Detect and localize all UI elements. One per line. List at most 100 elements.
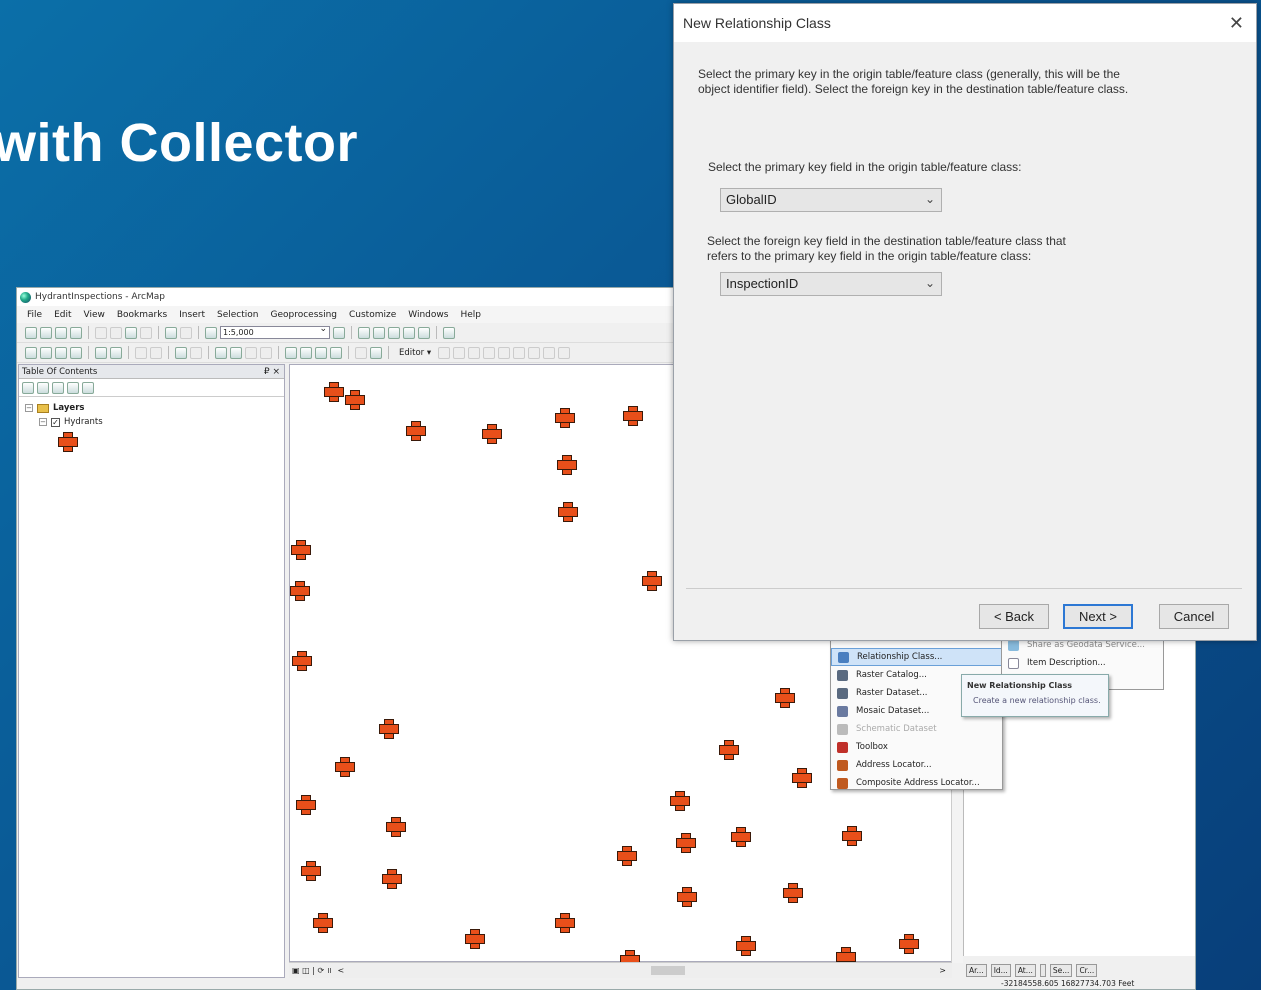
- hydrant-point[interactable]: [345, 390, 365, 410]
- menu-item-composite-address-locator[interactable]: Composite Address Locator...: [831, 774, 1002, 792]
- menu-file[interactable]: File: [27, 310, 42, 320]
- task-button[interactable]: Id...: [990, 964, 1011, 977]
- primary-key-select[interactable]: GlobalID ⌄: [720, 188, 942, 212]
- new-document-icon[interactable]: [25, 326, 37, 339]
- model-builder-icon[interactable]: [443, 326, 455, 339]
- hydrant-point[interactable]: [292, 651, 312, 671]
- time-slider-icon[interactable]: [355, 346, 367, 359]
- hydrant-point[interactable]: [677, 887, 697, 907]
- paste-icon[interactable]: [125, 326, 137, 339]
- menu-help[interactable]: Help: [460, 310, 481, 320]
- task-button[interactable]: Se...: [1049, 964, 1073, 977]
- forward-extent-icon[interactable]: [150, 346, 162, 359]
- straight-segment-icon[interactable]: [468, 346, 481, 359]
- hydrant-point[interactable]: [558, 502, 578, 522]
- search-window-icon[interactable]: [388, 326, 400, 339]
- editor-menu[interactable]: Editor ▾: [395, 348, 435, 358]
- list-by-drawing-order-icon[interactable]: [22, 381, 34, 394]
- hydrant-point[interactable]: [301, 861, 321, 881]
- list-by-selection-icon[interactable]: [67, 381, 79, 394]
- menu-selection[interactable]: Selection: [217, 310, 258, 320]
- trace-icon[interactable]: [483, 346, 496, 359]
- menu-customize[interactable]: Customize: [349, 310, 396, 320]
- print-icon[interactable]: [70, 326, 82, 339]
- hydrant-point[interactable]: [296, 795, 316, 815]
- cancel-button[interactable]: Cancel: [1159, 604, 1229, 629]
- hydrant-point[interactable]: [313, 913, 333, 933]
- hydrant-point[interactable]: [623, 406, 643, 426]
- hydrant-point[interactable]: [670, 791, 690, 811]
- cut-icon[interactable]: [95, 326, 107, 339]
- hyperlink-icon[interactable]: [245, 346, 257, 359]
- menu-item-toolbox[interactable]: Toolbox: [831, 738, 1002, 756]
- create-viewer-icon[interactable]: [370, 346, 382, 359]
- delete-icon[interactable]: [140, 326, 152, 339]
- find-icon[interactable]: [300, 346, 312, 359]
- task-button[interactable]: Ar...: [966, 964, 987, 977]
- zoom-in-icon[interactable]: [25, 346, 37, 359]
- fixed-zoom-out-icon[interactable]: [110, 346, 122, 359]
- back-button[interactable]: < Back: [979, 604, 1049, 629]
- select-features-icon[interactable]: [175, 346, 187, 359]
- full-extent-icon[interactable]: [70, 346, 82, 359]
- edit-vertices-icon[interactable]: [498, 346, 511, 359]
- hydrant-point[interactable]: [842, 826, 862, 846]
- python-window-icon[interactable]: [418, 326, 430, 339]
- layers-node[interactable]: − Layers: [25, 401, 284, 415]
- hydrant-point[interactable]: [617, 846, 637, 866]
- scroll-right-icon[interactable]: >: [939, 966, 946, 975]
- map-scale-input[interactable]: 1:5,000: [220, 324, 330, 339]
- edit-tool-icon[interactable]: [438, 346, 451, 359]
- menu-item-relationship-class[interactable]: Relationship Class...: [831, 648, 1002, 666]
- horizontal-scrollbar[interactable]: [651, 966, 685, 975]
- goto-xy-icon[interactable]: [330, 346, 342, 359]
- add-data-icon[interactable]: [205, 326, 217, 339]
- task-button[interactable]: At...: [1014, 964, 1036, 977]
- arctoolbox-icon[interactable]: [403, 326, 415, 339]
- cut-polygons-icon[interactable]: [528, 346, 541, 359]
- menu-bookmarks[interactable]: Bookmarks: [117, 310, 167, 320]
- hydrant-point[interactable]: [406, 421, 426, 441]
- item-description-item[interactable]: Item Description...: [1002, 654, 1163, 672]
- split-icon[interactable]: [543, 346, 556, 359]
- open-icon[interactable]: [40, 326, 52, 339]
- close-icon[interactable]: ✕: [1229, 13, 1244, 34]
- collapse-icon[interactable]: −: [25, 404, 33, 412]
- zoom-out-icon[interactable]: [40, 346, 52, 359]
- hydrant-point[interactable]: [792, 768, 812, 788]
- hydrant-point[interactable]: [482, 424, 502, 444]
- task-button[interactable]: [1039, 964, 1046, 977]
- list-by-source-icon[interactable]: [37, 381, 49, 394]
- hydrant-point[interactable]: [775, 688, 795, 708]
- menu-geoprocessing[interactable]: Geoprocessing: [270, 310, 337, 320]
- identify-icon[interactable]: [230, 346, 242, 359]
- hydrant-point[interactable]: [676, 833, 696, 853]
- hydrant-point[interactable]: [736, 936, 756, 956]
- back-extent-icon[interactable]: [135, 346, 147, 359]
- hydrant-point[interactable]: [324, 382, 344, 402]
- hydrant-point[interactable]: [719, 740, 739, 760]
- menu-view[interactable]: View: [84, 310, 105, 320]
- hydrant-point[interactable]: [465, 929, 485, 949]
- collapse-icon[interactable]: −: [39, 418, 47, 426]
- select-elements-icon[interactable]: [215, 346, 227, 359]
- hydrant-point[interactable]: [783, 883, 803, 903]
- menu-edit[interactable]: Edit: [54, 310, 71, 320]
- catalog-window-icon[interactable]: [373, 326, 385, 339]
- fixed-zoom-in-icon[interactable]: [95, 346, 107, 359]
- next-button[interactable]: Next >: [1063, 604, 1133, 629]
- hydrant-point[interactable]: [557, 455, 577, 475]
- html-popup-icon[interactable]: [260, 346, 272, 359]
- menu-insert[interactable]: Insert: [179, 310, 205, 320]
- pan-icon[interactable]: [55, 346, 67, 359]
- hydrant-point[interactable]: [382, 869, 402, 889]
- copy-icon[interactable]: [110, 326, 122, 339]
- toc-pin-close-icon[interactable]: ₽ ×: [264, 365, 280, 379]
- menu-item-address-locator[interactable]: Address Locator...: [831, 756, 1002, 774]
- hydrant-point[interactable]: [555, 913, 575, 933]
- edit-annotation-icon[interactable]: [453, 346, 466, 359]
- toc-window-icon[interactable]: [358, 326, 370, 339]
- hydrant-point[interactable]: [291, 540, 311, 560]
- clear-selection-icon[interactable]: [190, 346, 202, 359]
- layout-view-buttons[interactable]: ▣ ◫ | ⟳ ॥: [292, 965, 331, 976]
